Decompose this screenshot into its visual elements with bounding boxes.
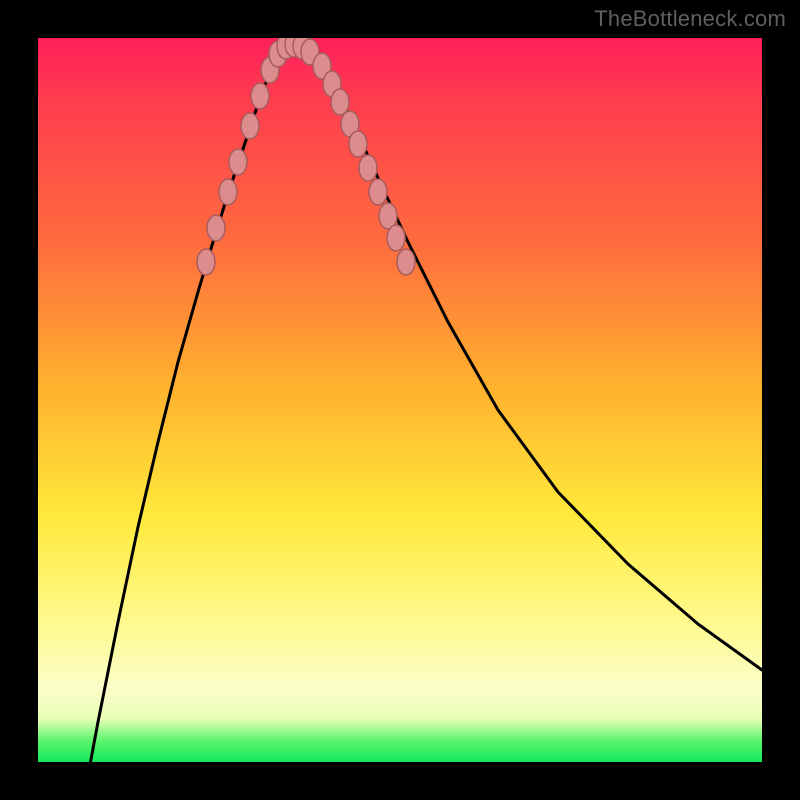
data-marker xyxy=(359,155,377,181)
data-marker xyxy=(397,249,415,275)
data-marker xyxy=(387,225,405,251)
data-marker xyxy=(229,149,247,175)
data-marker xyxy=(207,215,225,241)
data-marker xyxy=(241,113,259,139)
data-marker xyxy=(219,179,237,205)
data-marker xyxy=(251,83,269,109)
chart-container: TheBottleneck.com xyxy=(0,0,800,800)
data-marker xyxy=(369,179,387,205)
data-marker xyxy=(349,131,367,157)
data-marker xyxy=(197,249,215,275)
plot-area xyxy=(38,38,762,762)
watermark-text: TheBottleneck.com xyxy=(594,6,786,32)
marker-group xyxy=(197,38,415,275)
bottleneck-curve xyxy=(83,44,762,762)
curve-svg xyxy=(38,38,762,762)
data-marker xyxy=(331,89,349,115)
